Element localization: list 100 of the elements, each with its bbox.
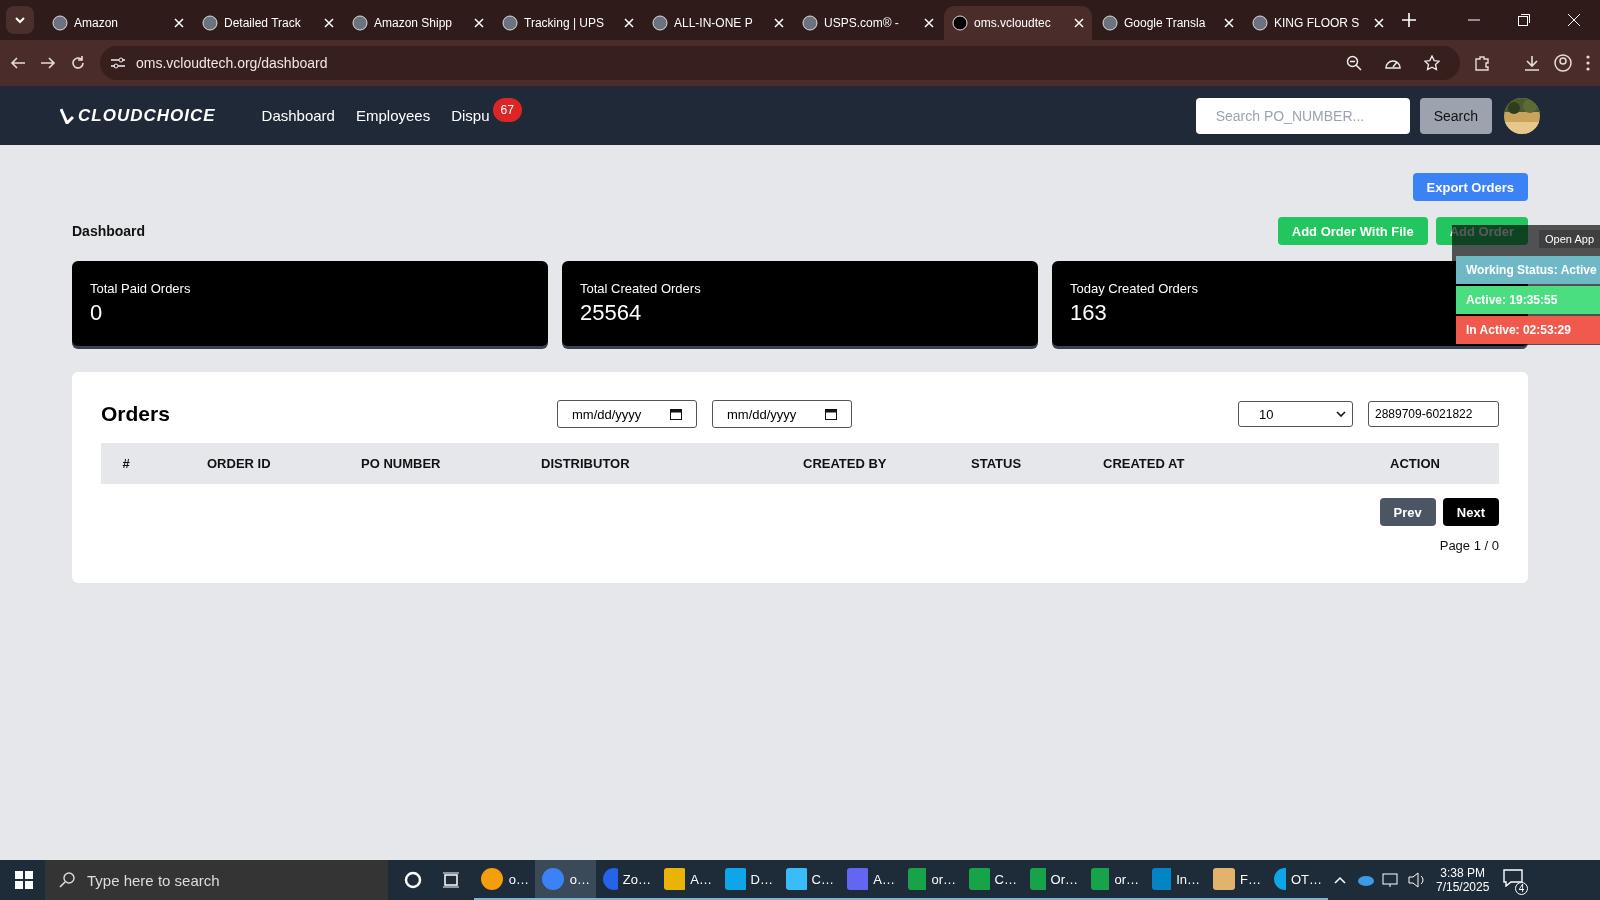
taskbar-app[interactable]: A… [657,860,718,900]
export-orders-button[interactable]: Export Orders [1412,173,1528,201]
date-field[interactable]: mm/dd/yyyy [557,400,697,428]
column-header: # [121,456,131,471]
stat-label: Today Created Orders [1070,281,1199,296]
close-icon[interactable] [1074,18,1084,28]
close-icon[interactable] [474,18,484,28]
stat-value: 163 [1070,300,1108,326]
close-icon[interactable] [1374,18,1384,28]
browser-tab[interactable]: oms.vcloudtec [944,6,1092,40]
chevron-down-icon [14,14,26,26]
prev-button[interactable]: Prev [1379,498,1436,526]
logo[interactable]: CLOUDCHOICE [60,105,216,126]
favicon-icon [52,15,68,31]
app-icon [541,867,565,891]
taskbar-app[interactable]: Zo… [596,860,657,900]
close-icon[interactable] [774,18,784,28]
star-icon[interactable] [1424,55,1440,71]
browser-tab[interactable]: Amazon [44,6,192,40]
favicon-icon [352,15,368,31]
search-field[interactable]: Search PO_NUMBER... [1195,97,1410,134]
profile-icon[interactable] [1554,54,1572,72]
tab-search-button[interactable] [6,6,34,34]
logo-mark-icon [60,107,74,124]
favicon-icon [952,15,968,31]
taskbar-app[interactable]: In… [1145,860,1206,900]
browser-tab[interactable]: Detailed Track [194,6,342,40]
task-view-icon[interactable] [442,872,460,888]
notification-count: 4 [1514,882,1529,895]
close-icon[interactable] [324,18,334,28]
favicon-icon [502,15,518,31]
taskbar-app[interactable]: C… [962,860,1023,900]
taskbar-app[interactable]: or… [901,860,962,900]
search-button[interactable]: Search [1419,97,1492,134]
browser-tab[interactable]: Tracking | UPS [494,6,642,40]
close-icon[interactable] [624,18,634,28]
stat-label: Total Created Orders [580,281,702,296]
favicon-icon [202,15,218,31]
taskbar-app[interactable]: C… [779,860,840,900]
taskbar-app[interactable]: o… [535,860,596,900]
download-icon[interactable] [1524,55,1540,71]
taskbar-app[interactable]: F… [1206,860,1267,900]
app-icon [846,867,869,891]
app-icon [785,867,807,891]
calendar-icon[interactable] [670,408,682,420]
taskbar-clock[interactable]: 3:38 PM 7/15/2025 [1436,866,1490,894]
date-field[interactable]: mm/dd/yyyy [712,400,852,428]
taskbar-app[interactable]: OT… [1267,860,1328,900]
page-info: Page 1 / 0 [1439,538,1499,553]
close-icon[interactable] [924,18,934,28]
windows-icon[interactable] [15,871,33,889]
close-icon[interactable] [1224,18,1234,28]
chevron-up-icon[interactable] [1334,876,1346,884]
page-size-select[interactable]: 10 [1238,401,1353,427]
app-icon [1151,867,1172,891]
next-button[interactable]: Next [1442,498,1499,526]
reload-icon[interactable] [70,55,86,71]
taskbar-app[interactable]: D… [718,860,779,900]
menu-icon[interactable] [1586,55,1590,71]
new-tab-icon[interactable] [1402,13,1416,27]
close-icon[interactable] [174,18,184,28]
browser-tab[interactable]: Amazon Shipp [344,6,492,40]
orders-title: Orders [101,402,171,426]
nav-link[interactable]: Employees [355,107,431,124]
app-icon [968,867,990,891]
nav-link[interactable]: Dashboard [261,107,335,124]
cortana-icon[interactable] [404,871,422,889]
stat-value: 25564 [580,300,643,326]
taskbar-app[interactable]: A… [840,860,901,900]
back-icon[interactable] [10,55,26,71]
browser-tab[interactable]: KING FLOOR S [1244,6,1392,40]
close-icon[interactable] [1568,14,1580,26]
search-field[interactable]: 2889709-6021822 [1368,401,1499,427]
site-settings-icon[interactable] [110,56,126,70]
favicon-icon [1102,15,1118,31]
restore-icon[interactable] [1518,14,1530,26]
browser-tab[interactable]: USPS.com® - [794,6,942,40]
zoom-icon[interactable] [1346,55,1362,71]
network-icon[interactable] [1382,872,1400,888]
url-text: oms.vcloudtech.org/dashboard [136,55,329,71]
column-header: CREATED AT [1102,456,1186,471]
extensions-icon[interactable] [1474,55,1490,71]
app-icon [724,867,746,891]
open-app-button[interactable]: Open App [1539,230,1600,248]
app-icon [1029,867,1046,891]
browser-tab[interactable]: Google Transla [1094,6,1242,40]
address-bar[interactable]: oms.vcloudtech.org/dashboard [100,46,1460,80]
taskbar-app[interactable]: Or… [1023,860,1084,900]
taskbar-search-field[interactable]: Type here to search [45,860,388,900]
column-header: ORDER ID [206,456,272,471]
forward-icon[interactable] [40,55,56,71]
app-icon [602,867,618,891]
volume-icon[interactable] [1408,872,1426,888]
count-badge: 67 [492,97,522,122]
nav-link[interactable]: Dispu [451,107,490,124]
calendar-icon[interactable] [825,408,837,420]
taskbar-app[interactable]: or… [1084,860,1145,900]
page-title: Dashboard [72,223,147,239]
browser-tab[interactable]: ALL-IN-ONE P [644,6,792,40]
cloud-icon[interactable] [1356,874,1374,886]
